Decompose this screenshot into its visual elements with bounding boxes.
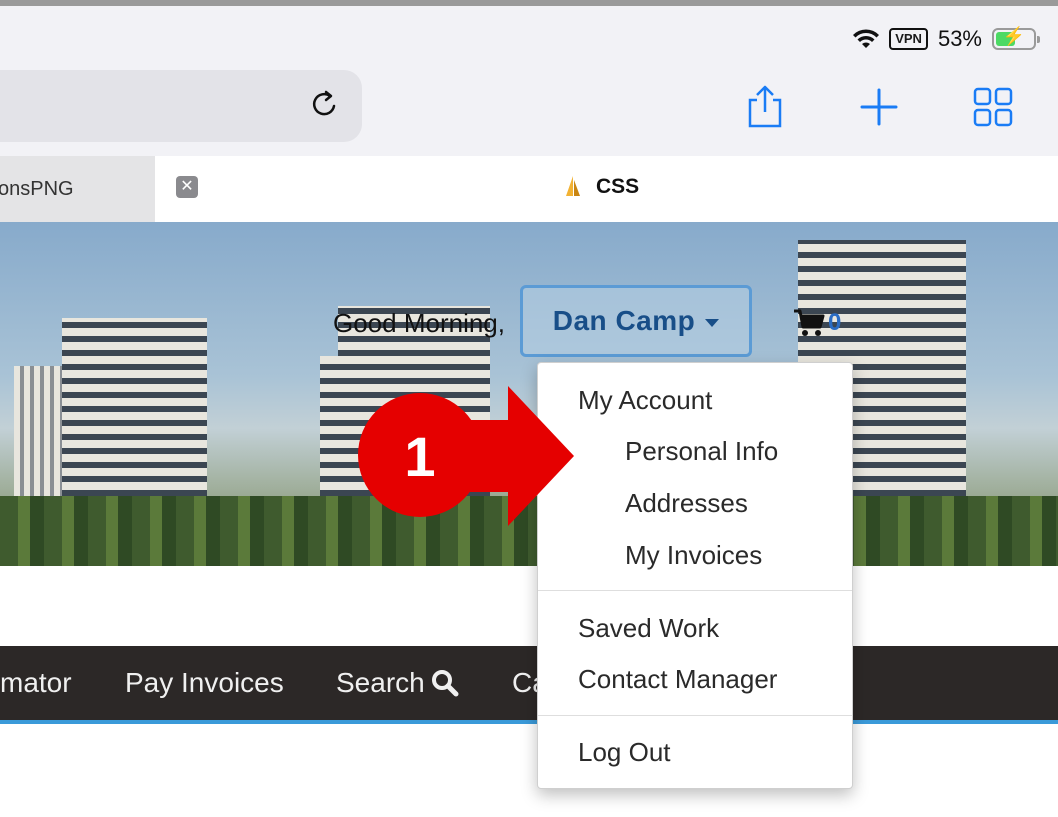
- tab-label: CSS: [596, 175, 640, 198]
- battery-icon: ⚡: [992, 26, 1040, 50]
- caret-down-icon: [705, 319, 720, 327]
- cart-count: 0: [828, 309, 842, 336]
- greeting-text: Good Morning,: [333, 308, 505, 338]
- menu-item-saved-work[interactable]: Saved Work: [578, 613, 719, 644]
- share-icon[interactable]: [742, 84, 788, 130]
- nav-search-label: Search: [336, 667, 425, 698]
- tab-inactive[interactable]: onsPNG: [0, 156, 155, 222]
- charging-bolt-icon: ⚡: [1002, 26, 1026, 46]
- annotation-arrow: 1: [358, 386, 574, 526]
- tab-active[interactable]: CSS: [560, 174, 639, 200]
- tab-bar: onsPNG ✕ CSS: [0, 156, 1058, 223]
- cart-link[interactable]: 0: [792, 308, 841, 338]
- reload-icon[interactable]: [304, 84, 344, 124]
- menu-divider: [538, 590, 852, 591]
- annotation-step-number: 1: [404, 425, 435, 488]
- main-nav: mator Pay Invoices Search Ca: [0, 646, 1058, 724]
- cart-icon: [794, 309, 825, 336]
- browser-chrome: VPN 53% ⚡: [0, 6, 1058, 156]
- menu-item-contact-manager[interactable]: Contact Manager: [578, 664, 777, 695]
- tab-label: onsPNG: [0, 177, 74, 200]
- new-tab-icon[interactable]: [856, 84, 902, 130]
- wifi-icon: [853, 29, 880, 48]
- search-icon: [431, 670, 459, 697]
- nav-item-estimator[interactable]: mator: [0, 646, 72, 720]
- menu-item-my-invoices[interactable]: My Invoices: [625, 540, 762, 571]
- vpn-badge: VPN: [889, 28, 928, 50]
- menu-item-personal-info[interactable]: Personal Info: [625, 436, 778, 467]
- menu-item-my-account[interactable]: My Account: [578, 385, 712, 416]
- menu-item-addresses[interactable]: Addresses: [625, 488, 748, 519]
- favicon-sail-icon: [566, 176, 580, 196]
- menu-divider: [538, 715, 852, 716]
- status-bar: VPN 53% ⚡: [853, 22, 1040, 56]
- address-bar[interactable]: [0, 70, 362, 142]
- battery-nub: [1037, 36, 1040, 43]
- battery-percent: 53%: [937, 26, 982, 51]
- tab-close-icon[interactable]: ✕: [176, 176, 198, 198]
- menu-item-log-out[interactable]: Log Out: [578, 737, 671, 768]
- nav-item-search[interactable]: Search: [336, 646, 459, 720]
- tab-overview-icon[interactable]: [970, 84, 1016, 130]
- user-menu-button[interactable]: Dan Camp: [520, 285, 752, 357]
- user-name: Dan Camp: [552, 305, 696, 336]
- nav-item-pay-invoices[interactable]: Pay Invoices: [125, 646, 284, 720]
